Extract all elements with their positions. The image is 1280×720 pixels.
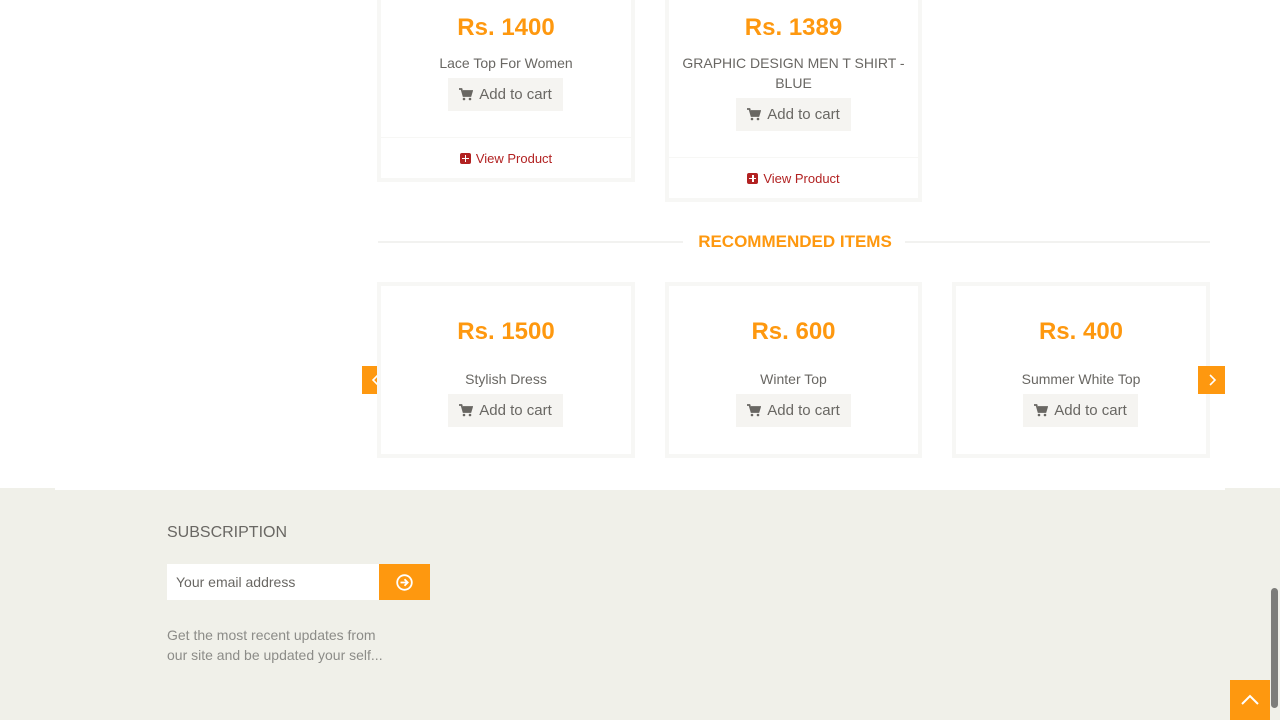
plus-square-icon	[459, 152, 471, 164]
arrow-circle-right-icon	[396, 573, 413, 591]
add-to-cart-label: Add to cart	[479, 402, 552, 419]
plus-square-icon	[747, 172, 759, 184]
subscription-title: SUBSCRIPTION	[167, 524, 288, 541]
footer	[0, 488, 1280, 720]
recommended-card: Rs. 400 Summer White Top Add to cart	[952, 282, 1210, 458]
cart-icon	[459, 88, 474, 101]
chevron-up-icon	[1241, 694, 1259, 705]
product-card: Rs. 1400 Lace Top For Women Add to cart …	[377, 0, 635, 182]
product-card: Rs. 1389 GRAPHIC DESIGN MEN T SHIRT - BL…	[665, 0, 922, 202]
product-name: Summer White Top	[1021, 371, 1141, 387]
add-to-cart-button[interactable]: Add to cart	[1023, 394, 1138, 427]
recommended-card: Rs. 1500 Stylish Dress Add to cart	[377, 282, 635, 458]
cart-icon	[459, 404, 474, 417]
product-price: Rs. 600	[751, 318, 836, 345]
subscription-note: Get the most recent updates from our sit…	[167, 627, 383, 663]
product-name: GRAPHIC DESIGN MEN T SHIRT - BLUE	[682, 55, 905, 91]
subscribe-button[interactable]	[379, 564, 430, 600]
add-to-cart-button[interactable]: Add to cart	[736, 394, 851, 427]
add-to-cart-label: Add to cart	[767, 106, 840, 123]
view-product-label: View Product	[763, 170, 840, 186]
cart-icon	[1034, 404, 1049, 417]
add-to-cart-button[interactable]: Add to cart	[736, 98, 851, 131]
subscription-email-input[interactable]	[167, 564, 379, 600]
add-to-cart-label: Add to cart	[479, 86, 552, 103]
view-product-link[interactable]: View Product	[381, 137, 631, 178]
view-product-label: View Product	[475, 150, 553, 166]
cart-icon	[747, 404, 762, 417]
divider-line	[378, 241, 683, 243]
carousel-next-button[interactable]	[1198, 366, 1225, 394]
product-price: Rs. 400	[1038, 318, 1124, 345]
chevron-right-icon	[1208, 374, 1216, 386]
product-price: Rs. 1389	[744, 14, 843, 41]
product-name: Stylish Dress	[465, 371, 547, 387]
add-to-cart-button[interactable]: Add to cart	[448, 394, 563, 427]
view-product-link[interactable]: View Product	[669, 157, 918, 198]
footer-divider	[55, 488, 1225, 490]
recommended-card: Rs. 600 Winter Top Add to cart	[665, 282, 922, 458]
product-name: Lace Top For Women	[439, 55, 573, 71]
product-name: Winter Top	[760, 371, 827, 387]
add-to-cart-button[interactable]: Add to cart	[448, 78, 563, 111]
product-price: Rs. 1400	[457, 14, 555, 41]
add-to-cart-label: Add to cart	[1054, 402, 1127, 419]
scroll-to-top-button[interactable]	[1230, 680, 1270, 720]
product-price: Rs. 1500	[457, 318, 555, 345]
cart-icon	[747, 108, 762, 121]
page-scrollbar[interactable]	[1271, 588, 1278, 708]
divider-line	[905, 241, 1210, 243]
recommended-items-title: RECOMMENDED ITEMS	[698, 232, 892, 251]
add-to-cart-label: Add to cart	[767, 402, 840, 419]
